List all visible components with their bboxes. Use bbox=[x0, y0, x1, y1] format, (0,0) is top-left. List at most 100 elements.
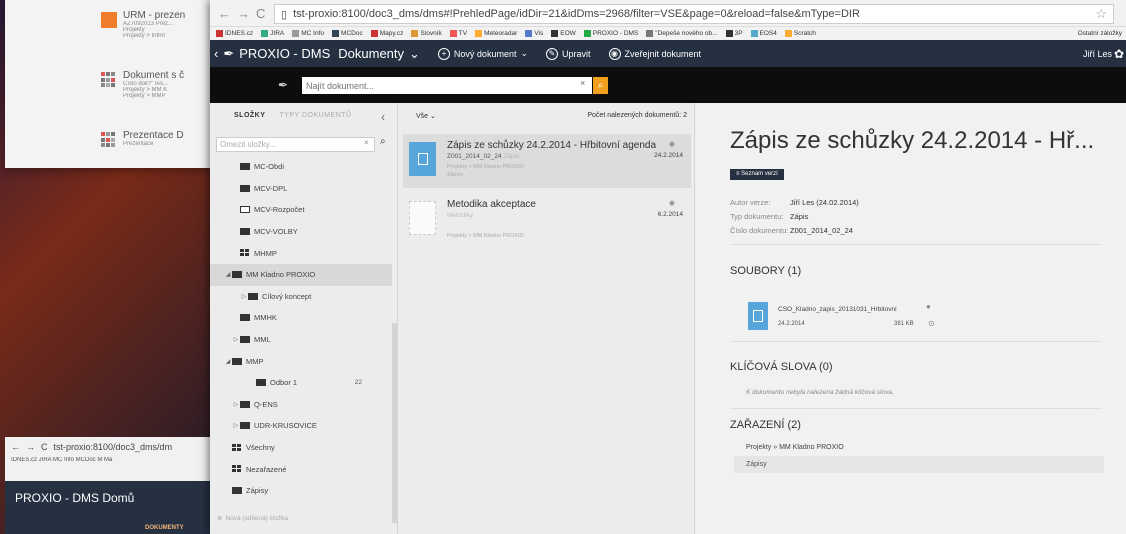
folder-icon bbox=[240, 163, 250, 171]
folder-tree-item[interactable]: Nezařazené bbox=[210, 458, 392, 480]
user-menu[interactable]: Jiří Les bbox=[1083, 49, 1112, 59]
background-browser-window: ← → C tst-proxio:8100/doc3_dms/dm IDNES.… bbox=[5, 437, 215, 534]
bookmark-label: Vis bbox=[534, 30, 544, 37]
document-list-panel: Vše ⌄ Počet nalezených dokumentů: 2 Zápi… bbox=[399, 103, 695, 534]
bookmark-icon bbox=[449, 30, 457, 37]
expand-arrow-icon[interactable]: ▷ bbox=[232, 401, 240, 408]
section-dropdown[interactable]: Dokumenty ⌄ bbox=[338, 46, 420, 62]
document-item[interactable]: Zápis ze schůzky 24.2.2014 - Hřbitovní a… bbox=[403, 134, 691, 188]
star-icon[interactable]: ☆ bbox=[1095, 6, 1107, 22]
version-list-button[interactable]: ≡ Seznam verzí bbox=[730, 169, 784, 180]
forward-button[interactable]: → bbox=[237, 6, 250, 21]
expand-arrow-icon[interactable]: ▷ bbox=[232, 422, 240, 429]
bookmark-item[interactable]: Mapy.cz bbox=[370, 30, 403, 37]
folders-tabs: SLOŽKY TYPY DOKUMENTŮ bbox=[234, 112, 352, 119]
collapse-panel-icon[interactable]: ‹ bbox=[381, 110, 385, 124]
back-button[interactable]: ← bbox=[218, 6, 231, 21]
folder-tree-item[interactable]: ▷ Cílový koncept bbox=[210, 286, 392, 308]
document-item[interactable]: Metodika akceptace Metodiky Projekty > M… bbox=[403, 193, 691, 247]
folder-label: Zápisy bbox=[246, 486, 269, 496]
folder-tree-item[interactable]: ◢ MMP bbox=[210, 350, 392, 372]
folder-tree-item[interactable]: ▷ MML bbox=[210, 329, 392, 351]
file-date: 24.2.2014 bbox=[778, 321, 805, 327]
publish-button[interactable]: ◉ Zveřejnit dokument bbox=[608, 47, 702, 60]
folder-tree-item[interactable]: ◢ MM Kladno PROXIO bbox=[210, 263, 392, 286]
bg-address-bar: ← → C tst-proxio:8100/doc3_dms/dm bbox=[5, 437, 215, 457]
folder-icon bbox=[240, 314, 250, 322]
arrow-icon bbox=[101, 12, 117, 28]
bookmark-item[interactable]: EOS4 bbox=[750, 30, 777, 37]
bookmark-label: EOS4 bbox=[759, 30, 777, 37]
expand-arrow-icon[interactable]: ◢ bbox=[224, 271, 232, 278]
info-icon[interactable]: ● bbox=[926, 302, 931, 311]
search-input[interactable] bbox=[302, 77, 592, 94]
bookmark-icon bbox=[750, 30, 758, 37]
prop-row: Typ dokumentu: Zápis bbox=[730, 211, 809, 221]
filter-dropdown[interactable]: Vše ⌄ bbox=[416, 112, 436, 120]
bookmark-item[interactable]: 3P bbox=[725, 30, 743, 37]
search-icon[interactable]: ⌕ bbox=[380, 136, 386, 147]
bookmark-item[interactable]: Slovník bbox=[411, 30, 442, 37]
address-bar[interactable]: ▯ tst-proxio:8100/doc3_dms/dms#!PrehledP… bbox=[274, 4, 1114, 24]
expand-arrow-icon[interactable]: ◢ bbox=[224, 358, 232, 365]
publish-label: Zveřejnit dokument bbox=[624, 48, 702, 59]
bookmark-item[interactable]: JIRA bbox=[261, 30, 284, 37]
plus-circle-icon: ⊕ bbox=[217, 515, 223, 522]
gear-icon[interactable]: ✿ bbox=[1114, 47, 1124, 61]
classification-path[interactable]: Projekty » MM Kladno PROXIO bbox=[746, 444, 844, 451]
expand-arrow-icon[interactable]: ▷ bbox=[240, 293, 248, 300]
folders-scrollbar[interactable] bbox=[392, 323, 397, 523]
reload-button[interactable]: C bbox=[256, 6, 265, 21]
document-date: 24.2.2014 bbox=[654, 152, 683, 159]
new-document-button[interactable]: + Nový dokument ⌄ bbox=[437, 47, 528, 60]
new-folder-label: Nová (sdílená) složka bbox=[225, 514, 288, 522]
bg-bookmarks: IDNES.cz JIRA MC Info MCDoc M Ma bbox=[11, 457, 113, 463]
folder-tree-item[interactable]: Všechny bbox=[210, 437, 392, 459]
divider bbox=[730, 408, 1102, 409]
other-bookmarks[interactable]: Ostatní záložky bbox=[1078, 30, 1126, 37]
main-browser-window: ← → C ▯ tst-proxio:8100/doc3_dms/dms#!Pr… bbox=[210, 0, 1126, 534]
folder-filter-input[interactable]: Omezit složky... bbox=[216, 137, 375, 152]
folder-tree-item[interactable]: ▷ UDR-KRUSOVICE bbox=[210, 415, 392, 437]
prop-row: Číslo dokumentu: Z001_2014_02_24 bbox=[730, 225, 853, 235]
bookmark-item[interactable]: Scratch bbox=[784, 30, 816, 37]
document-detail-panel: Zápis ze schůzky 24.2.2014 - Hř... ≡ Sez… bbox=[696, 103, 1126, 534]
bookmark-item[interactable]: MC Info bbox=[292, 30, 324, 37]
search-button[interactable]: ⌕ bbox=[593, 77, 608, 94]
document-count: Počet nalezených dokumentů: 2 bbox=[587, 112, 687, 119]
folder-tree-item[interactable]: ▷ Q-ENS bbox=[210, 394, 392, 416]
file-item[interactable]: CSO_Kladno_zapis_20131031_Hrbitovni ● 24… bbox=[748, 299, 988, 333]
clear-icon[interactable]: × bbox=[364, 138, 369, 147]
bookmark-label: MC Info bbox=[301, 30, 325, 37]
bookmark-item[interactable]: PROXIO - DMS bbox=[583, 30, 638, 37]
folder-tree-item[interactable]: MCV-VOLBY bbox=[210, 221, 392, 243]
app-brand[interactable]: ‹ ✒ PROXIO - DMS bbox=[210, 46, 330, 62]
folder-icon bbox=[232, 487, 242, 495]
edit-button[interactable]: ✎ Upravit bbox=[546, 47, 591, 60]
folder-tree-item[interactable]: MHMP bbox=[210, 242, 392, 264]
document-meta: Metodiky bbox=[447, 212, 474, 219]
bookmark-item[interactable]: MCDoc bbox=[332, 30, 363, 37]
bookmark-item[interactable]: EOW bbox=[551, 30, 576, 37]
tab-folders[interactable]: SLOŽKY bbox=[234, 112, 265, 119]
clear-icon[interactable]: × bbox=[580, 78, 585, 88]
document-icon bbox=[409, 142, 436, 176]
download-icon[interactable]: ⊙ bbox=[928, 319, 935, 328]
expand-arrow-icon[interactable]: ▷ bbox=[232, 336, 240, 343]
folder-tree-item[interactable]: MMHK bbox=[210, 307, 392, 329]
bookmark-item[interactable]: IDNES.cz bbox=[216, 30, 253, 37]
bookmark-item[interactable]: "Depeše nového ob... bbox=[646, 30, 718, 37]
document-title: Metodika akceptace bbox=[447, 199, 536, 210]
folder-tree-item[interactable]: MCV-Rozpočet bbox=[210, 199, 392, 221]
folder-tree-item[interactable]: MC-Obdi bbox=[210, 156, 392, 178]
search-bar: ✒ × ⌕ bbox=[210, 67, 1126, 103]
folder-tree-item[interactable]: Zápisy bbox=[210, 480, 392, 502]
new-folder-button[interactable]: ⊕ Nová (sdílená) složka bbox=[217, 514, 288, 523]
bookmark-item[interactable]: Meteoradar bbox=[475, 30, 517, 37]
bookmark-item[interactable]: Vis bbox=[525, 30, 543, 37]
classification-tag[interactable]: Zápisy bbox=[734, 456, 1104, 473]
folder-tree-item[interactable]: Odbor 1 22 bbox=[210, 372, 392, 394]
tab-document-types[interactable]: TYPY DOKUMENTŮ bbox=[279, 112, 351, 119]
bookmark-item[interactable]: TV bbox=[449, 30, 467, 37]
folder-tree-item[interactable]: MCV-DPL bbox=[210, 178, 392, 200]
